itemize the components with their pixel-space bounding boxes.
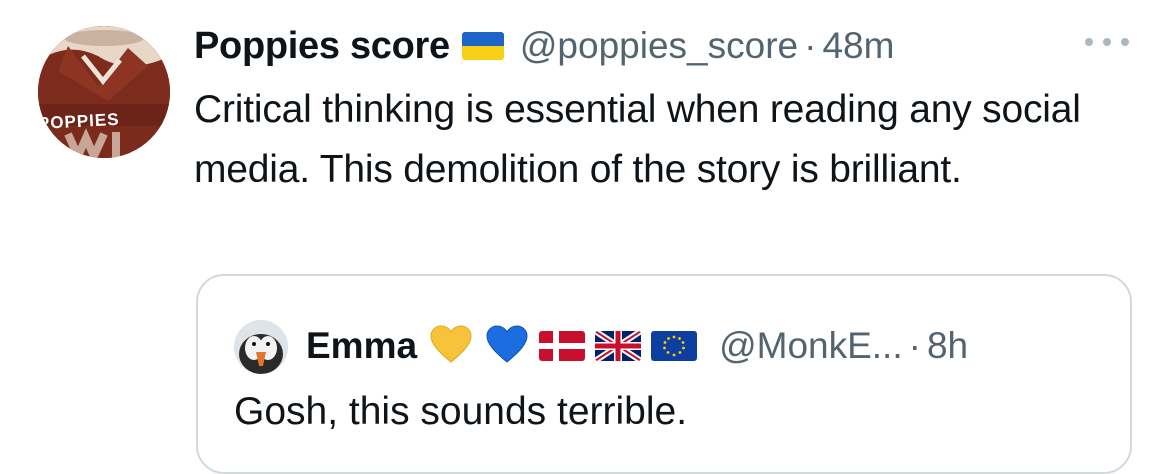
yellow-heart-icon: [429, 324, 473, 369]
user-handle[interactable]: @poppies_score: [520, 25, 798, 67]
quoted-timestamp[interactable]: 8h: [927, 325, 968, 367]
timestamp[interactable]: 48m: [822, 25, 894, 67]
blue-heart-icon: [485, 324, 529, 369]
tweet-header: Poppies score @poppies_score · 48m: [194, 20, 894, 72]
quoted-avatar[interactable]: [234, 320, 288, 374]
tweet-text: Critical thinking is essential when read…: [194, 88, 1081, 191]
avatar-poppies-text: POPPIES: [38, 109, 120, 133]
quoted-separator-dot: ·: [908, 325, 921, 366]
quoted-tweet-text: Gosh, this sounds terrible.: [234, 390, 688, 433]
more-options-icon[interactable]: [1085, 32, 1129, 52]
quoted-display-name[interactable]: Emma: [306, 325, 417, 367]
ukraine-flag-icon: [461, 32, 504, 60]
uk-flag-icon: [595, 331, 642, 361]
quoted-header: Emma @MonkE... · 8h: [306, 318, 968, 374]
display-name[interactable]: Poppies score: [194, 25, 450, 68]
denmark-flag-icon: [539, 331, 586, 361]
quoted-user-handle[interactable]: @MonkE...: [719, 325, 903, 367]
avatar[interactable]: POPPIES: [38, 26, 170, 158]
puffin-avatar-image: [234, 320, 288, 374]
eu-flag-icon: [651, 331, 698, 361]
tweet[interactable]: POPPIES Poppies score @poppies_score · 4…: [0, 0, 1170, 474]
quoted-tweet[interactable]: Emma @MonkE... · 8h Gosh, this sounds te…: [196, 274, 1132, 474]
poppies-avatar-image: [38, 26, 170, 158]
separator-dot: ·: [804, 25, 817, 66]
